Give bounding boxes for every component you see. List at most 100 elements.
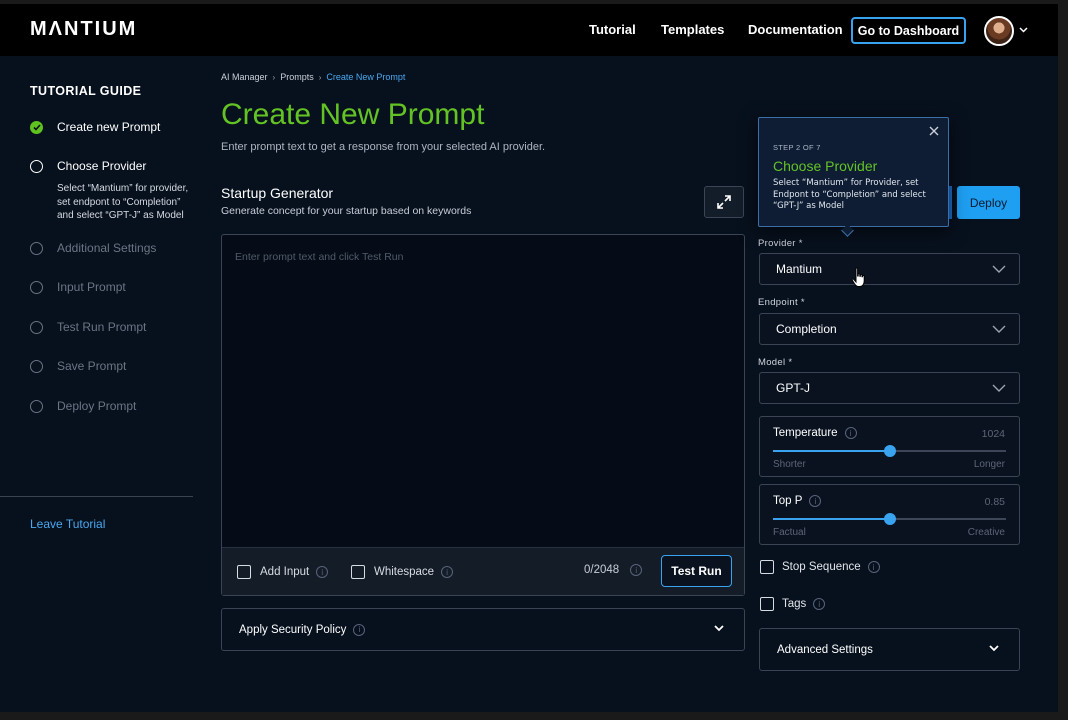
stop-sequence-label: Stop Sequence: [782, 561, 861, 573]
info-icon[interactable]: i: [867, 561, 880, 573]
info-icon[interactable]: i: [630, 564, 643, 576]
tutorial-step-choose-provider[interactable]: Choose Provider: [30, 159, 146, 173]
top-p-min-label: Factual: [773, 527, 806, 538]
slider-thumb[interactable]: [883, 445, 896, 457]
apply-security-policy-accordion[interactable]: Apply Security Policy i: [221, 608, 745, 651]
check-circle-icon: [30, 120, 43, 134]
page-subtitle: Enter prompt text to get a response from…: [221, 141, 546, 153]
tutorial-step-label: Create new Prompt: [57, 120, 161, 134]
temperature-card: Temperature i 1024 Shorter Longer: [759, 416, 1020, 477]
top-p-slider[interactable]: [773, 513, 1006, 525]
nav-link-templates[interactable]: Templates: [661, 22, 724, 37]
prompt-editor-placeholder: Enter prompt text and click Test Run: [235, 251, 404, 263]
info-icon[interactable]: i: [316, 566, 329, 578]
user-avatar[interactable]: [984, 16, 1014, 46]
endpoint-label: Endpoint *: [758, 297, 805, 308]
breadcrumb-separator: ›: [318, 72, 322, 82]
chevron-down-icon: [992, 265, 1006, 273]
test-run-button[interactable]: Test Run: [661, 555, 732, 587]
chevron-down-icon: [714, 625, 724, 632]
checkbox-box[interactable]: [760, 560, 774, 574]
expand-icon: [717, 195, 731, 209]
breadcrumb-prompts[interactable]: Prompts: [280, 72, 314, 82]
temperature-min-label: Shorter: [773, 459, 806, 470]
chevron-down-icon: [989, 645, 999, 652]
tooltip-body: Select “Mantium” for Provider, set Endpo…: [773, 178, 926, 211]
info-icon[interactable]: i: [353, 623, 366, 636]
temperature-label: Temperature: [773, 427, 838, 439]
endpoint-select[interactable]: Completion: [759, 313, 1020, 345]
tags-label: Tags: [782, 598, 807, 610]
step-circle-icon: [30, 399, 43, 413]
mantium-logo[interactable]: MΛNTIUM: [30, 18, 137, 41]
tutorial-step-label: Deploy Prompt: [57, 399, 137, 413]
top-p-card: Top P i 0.85 Factual Creative: [759, 484, 1020, 545]
tutorial-tooltip: STEP 2 OF 7 Choose Provider Select “Mant…: [758, 117, 949, 237]
provider-select[interactable]: Mantium: [759, 253, 1020, 285]
tutorial-step-test-run[interactable]: Test Run Prompt: [30, 320, 146, 334]
go-to-dashboard-button[interactable]: Go to Dashboard: [851, 17, 966, 44]
prompt-name[interactable]: Startup Generator: [221, 185, 333, 201]
tutorial-step-input-prompt[interactable]: Input Prompt: [30, 280, 126, 294]
chevron-down-icon[interactable]: [1019, 27, 1028, 33]
tutorial-sidebar: TUTORIAL GUIDE Create new Prompt Choose …: [0, 56, 193, 712]
checkbox-box[interactable]: [351, 565, 365, 579]
model-value: GPT-J: [776, 381, 811, 395]
step-circle-icon: [30, 241, 43, 255]
nav-link-documentation[interactable]: Documentation: [748, 22, 843, 37]
character-count: 0/2048 i: [584, 564, 643, 576]
expand-editor-button[interactable]: [704, 186, 744, 218]
info-icon[interactable]: i: [844, 427, 857, 439]
step-circle-icon: [30, 159, 43, 173]
temperature-slider[interactable]: [773, 445, 1006, 457]
sidebar-divider: [0, 496, 193, 497]
tooltip-title: Choose Provider: [773, 158, 878, 174]
slider-fill: [773, 450, 890, 452]
step-circle-icon: [30, 359, 43, 373]
model-select[interactable]: GPT-J: [759, 372, 1020, 404]
top-navbar: MΛNTIUM Tutorial Templates Documentation…: [0, 4, 1058, 56]
prompt-editor[interactable]: Enter prompt text and click Test Run Add…: [221, 234, 745, 596]
tutorial-step-create-prompt[interactable]: Create new Prompt: [30, 120, 160, 134]
stop-sequence-checkbox[interactable]: Stop Sequence i: [760, 560, 880, 574]
prompt-description[interactable]: Generate concept for your startup based …: [221, 205, 471, 217]
hand-cursor-icon: [851, 267, 865, 287]
tooltip-arrow: [841, 224, 854, 237]
tutorial-step-additional-settings[interactable]: Additional Settings: [30, 241, 156, 255]
editor-footer: Add Input i Whitespace i 0/2048 i Test R…: [222, 547, 744, 595]
add-input-checkbox[interactable]: Add Input i: [237, 565, 329, 579]
checkbox-box[interactable]: [237, 565, 251, 579]
step-circle-icon: [30, 280, 43, 294]
breadcrumb-current: Create New Prompt: [326, 72, 406, 82]
leave-tutorial-link[interactable]: Leave Tutorial: [30, 517, 105, 531]
advanced-settings-accordion[interactable]: Advanced Settings: [759, 628, 1020, 671]
top-p-title: Top P i: [773, 495, 822, 507]
temperature-title: Temperature i: [773, 427, 857, 439]
close-icon[interactable]: [929, 126, 939, 136]
advanced-settings-label: Advanced Settings: [777, 643, 873, 656]
add-input-label: Add Input: [260, 566, 310, 578]
tutorial-step-deploy-prompt[interactable]: Deploy Prompt: [30, 399, 136, 413]
tags-checkbox[interactable]: Tags i: [760, 597, 826, 611]
temperature-max-label: Longer: [973, 459, 1005, 470]
active-step-description: Select “Mantium” for provider, set endpo…: [57, 183, 189, 221]
tutorial-step-label: Save Prompt: [57, 359, 127, 373]
nav-link-tutorial[interactable]: Tutorial: [589, 22, 636, 37]
app-window: MΛNTIUM Tutorial Templates Documentation…: [0, 4, 1058, 712]
whitespace-label: Whitespace: [374, 566, 435, 578]
chevron-down-icon: [992, 325, 1006, 333]
breadcrumb-ai-manager[interactable]: AI Manager: [221, 72, 268, 82]
info-icon[interactable]: i: [809, 495, 822, 507]
character-count-value: 0/2048: [584, 564, 620, 576]
slider-fill: [773, 518, 890, 520]
deploy-button[interactable]: Deploy: [957, 186, 1020, 219]
whitespace-checkbox[interactable]: Whitespace i: [351, 565, 454, 579]
info-icon[interactable]: i: [813, 598, 826, 610]
tutorial-step-save-prompt[interactable]: Save Prompt: [30, 359, 126, 373]
provider-label: Provider *: [758, 238, 803, 249]
checkbox-box[interactable]: [760, 597, 774, 611]
info-icon[interactable]: i: [441, 566, 454, 578]
model-label: Model *: [758, 357, 793, 368]
slider-thumb[interactable]: [883, 513, 896, 525]
tutorial-guide-title: TUTORIAL GUIDE: [30, 84, 142, 98]
